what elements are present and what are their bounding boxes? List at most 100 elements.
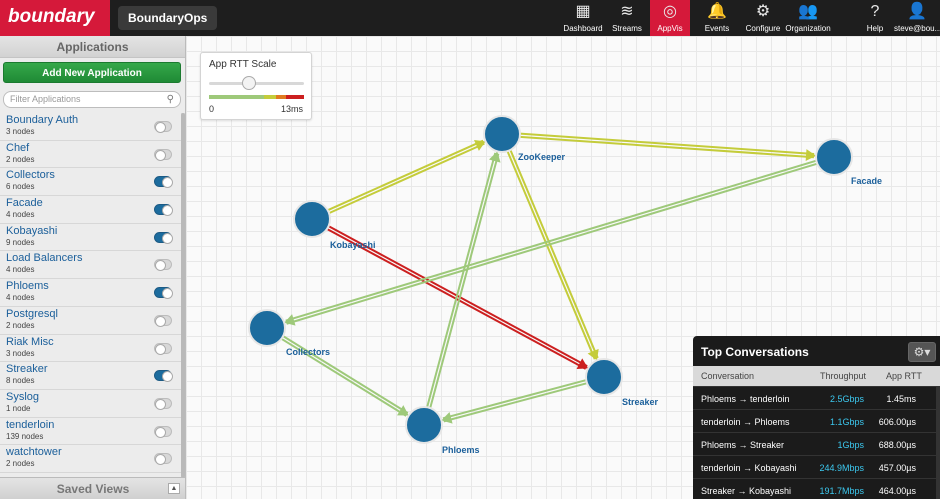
column-header[interactable]: App RTT: [886, 371, 922, 381]
conversation-row[interactable]: Phloems → Streaker 1Gbps 688.00µs: [693, 432, 936, 455]
graph-node-phloems[interactable]: [405, 406, 443, 444]
column-header[interactable]: Conversation: [701, 371, 754, 381]
conversation-rtt: 1.45ms: [886, 394, 916, 404]
nav-dashboard[interactable]: ▦ Dashboard: [562, 0, 604, 36]
conversation-row[interactable]: Streaker → Kobayashi 191.7Mbps 464.00µs: [693, 478, 936, 499]
conversation-name: Phloems → Streaker: [701, 440, 785, 450]
gear-icon: ⚙: [755, 3, 771, 20]
conversation-rtt: 457.00µs: [878, 463, 916, 473]
filter-placeholder: Filter Applications: [10, 94, 81, 104]
graph-edge[interactable]: [327, 139, 486, 215]
nav-configure[interactable]: ⚙ Configure: [742, 0, 784, 36]
conversation-name: Phloems → tenderloin: [701, 394, 790, 404]
application-visibility-toggle[interactable]: [154, 397, 172, 410]
nav-events[interactable]: 🔔 Events: [694, 0, 740, 36]
conversation-row[interactable]: tenderloin → Kobayashi 244.9Mbps 457.00µs: [693, 455, 936, 478]
application-list-item[interactable]: watchtower 2 nodes: [0, 445, 182, 473]
application-visibility-toggle[interactable]: [154, 342, 172, 355]
conversation-throughput: 2.5Gbps: [829, 394, 864, 404]
graph-edge[interactable]: [426, 151, 501, 409]
application-visibility-toggle[interactable]: [154, 370, 173, 383]
nav-organization[interactable]: 👥 Organization: [784, 0, 832, 36]
sidebar-scrollbar[interactable]: [181, 113, 185, 478]
applications-sidebar: Applications Add New Application Filter …: [0, 36, 186, 499]
nav-help[interactable]: ? Help: [858, 0, 892, 36]
rtt-max-label: 13ms: [280, 104, 303, 114]
conversations-settings-button[interactable]: ⚙▾: [908, 342, 936, 362]
conversation-throughput: 244.9Mbps: [819, 463, 864, 473]
conversation-throughput: 1Gbps: [837, 440, 864, 450]
filter-applications-input[interactable]: Filter Applications ⚲: [3, 91, 181, 108]
application-visibility-toggle[interactable]: [154, 204, 173, 217]
conversation-name: tenderloin → Phloems: [701, 417, 790, 427]
graph-node-facade[interactable]: [815, 138, 853, 176]
application-list-item[interactable]: Facade 4 nodes: [0, 196, 182, 224]
column-header[interactable]: Throughput: [820, 371, 866, 381]
bell-icon: 🔔: [707, 3, 727, 20]
nav-appvis[interactable]: ◎ AppVis: [650, 0, 690, 36]
conversations-scrollbar[interactable]: [936, 386, 940, 499]
application-list-item[interactable]: Load Balancers 4 nodes: [0, 251, 182, 280]
node-label: Kobayashi: [330, 240, 376, 250]
sidebar-title: Applications: [0, 36, 185, 58]
boundary-logo[interactable]: boundary: [0, 0, 110, 36]
application-visibility-toggle[interactable]: [154, 231, 173, 244]
org-name-button[interactable]: BoundaryOps: [118, 6, 218, 30]
appvis-canvas[interactable]: ZooKeeper Facade Kobayashi Collectors Streak…: [186, 36, 940, 499]
application-list-item[interactable]: Phloems 4 nodes: [0, 279, 182, 307]
graph-node-zookeeper[interactable]: [483, 115, 521, 153]
gear-icon: ⚙▾: [913, 345, 931, 359]
rtt-color-scale: [209, 95, 304, 99]
conversation-rtt: 606.00µs: [878, 417, 916, 427]
rtt-scale-panel: App RTT Scale 0 13ms: [200, 52, 312, 120]
graph-edge[interactable]: [506, 149, 599, 361]
help-icon: ?: [870, 3, 880, 20]
nav-streams[interactable]: ≋ Streams: [606, 0, 648, 36]
graph-node-collectors[interactable]: [248, 309, 286, 347]
application-list-item[interactable]: Kobayashi 9 nodes: [0, 224, 182, 252]
user-icon: 👤: [907, 3, 927, 20]
node-label: Facade: [851, 176, 883, 186]
node-label: Collectors: [286, 347, 331, 357]
add-new-application-button[interactable]: Add New Application: [3, 62, 181, 83]
top-conversations-panel: Top Conversations ⚙▾ Conversation Throug…: [693, 336, 940, 499]
conversation-row[interactable]: Phloems → tenderloin 2.5Gbps 1.45ms: [693, 386, 936, 409]
saved-views-bar[interactable]: Saved Views ▲: [0, 477, 185, 499]
application-list-item[interactable]: Chef 2 nodes: [0, 141, 182, 169]
grid-icon: ▦: [575, 3, 591, 20]
application-list-item[interactable]: Boundary Auth 3 nodes: [0, 113, 182, 141]
application-list-item[interactable]: Riak Misc 3 nodes: [0, 335, 182, 363]
node-label: Streaker: [622, 397, 659, 407]
top-navigation-bar: boundary BoundaryOps ▦ Dashboard ≋ Strea…: [0, 0, 940, 36]
application-visibility-toggle[interactable]: [154, 453, 172, 466]
application-visibility-toggle[interactable]: [154, 259, 172, 272]
saved-views-label: Saved Views: [56, 482, 130, 496]
application-visibility-toggle[interactable]: [154, 314, 172, 327]
application-visibility-toggle[interactable]: [154, 121, 172, 133]
application-list-item[interactable]: tenderloin 139 nodes: [0, 418, 182, 446]
conversation-name: Streaker → Kobayashi: [701, 486, 792, 496]
application-visibility-toggle[interactable]: [154, 148, 172, 161]
conversation-rtt: 688.00µs: [878, 440, 916, 450]
application-list-item[interactable]: Postgresql 2 nodes: [0, 307, 182, 335]
search-icon: ⚲: [166, 94, 174, 105]
conversation-throughput: 1.1Gbps: [829, 417, 864, 427]
streams-icon: ≋: [620, 3, 634, 20]
graph-edge[interactable]: [441, 379, 588, 424]
top-conversations-title: Top Conversations: [701, 345, 809, 359]
application-list-item[interactable]: Streaker 8 nodes: [0, 362, 182, 390]
application-visibility-toggle[interactable]: [154, 287, 173, 300]
expand-up-icon[interactable]: ▲: [168, 483, 180, 494]
application-visibility-toggle[interactable]: [154, 176, 173, 189]
rtt-slider-track[interactable]: [209, 82, 304, 85]
application-list: Boundary Auth 3 nodes Chef 2 nodes Collector…: [0, 113, 182, 478]
conversation-row[interactable]: tenderloin → Phloems 1.1Gbps 606.00µs: [693, 409, 936, 432]
application-list-item[interactable]: Collectors 6 nodes: [0, 168, 182, 197]
rtt-slider-handle[interactable]: [241, 76, 256, 90]
application-list-item[interactable]: Syslog 1 node: [0, 390, 182, 418]
nav-user-menu[interactable]: 👤 steve@bou...: [894, 0, 940, 36]
application-visibility-toggle[interactable]: [154, 425, 172, 438]
graph-node-streaker[interactable]: [585, 358, 623, 396]
graph-node-kobayashi[interactable]: [293, 200, 331, 238]
conversation-throughput: 191.7Mbps: [819, 486, 864, 496]
